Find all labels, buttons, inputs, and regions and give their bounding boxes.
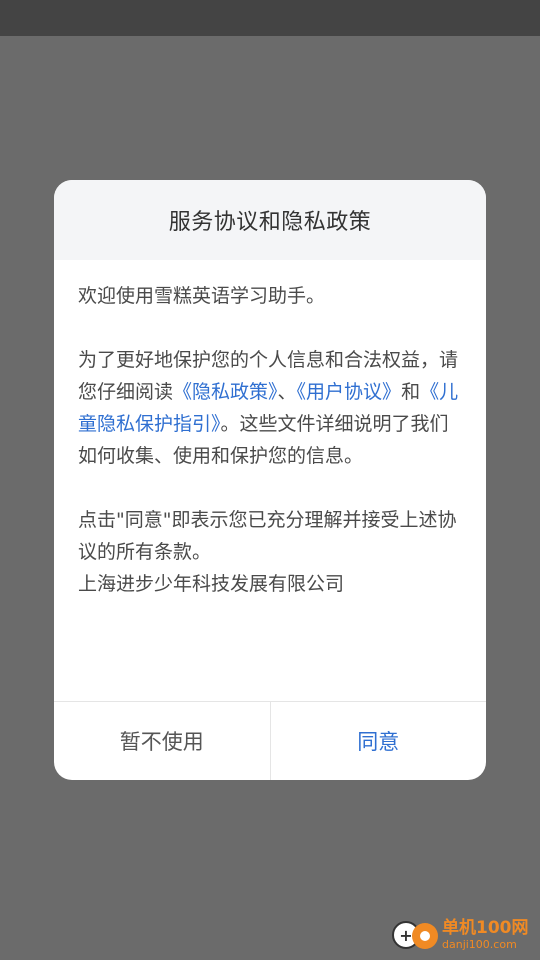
watermark: + 单机100网 danji100.com (390, 912, 538, 958)
dialog-footer: 暂不使用 同意 (54, 701, 486, 780)
dialog-body: 欢迎使用雪糕英语学习助手。 为了更好地保护您的个人信息和合法权益，请您仔细阅读《… (54, 260, 486, 700)
watermark-domain: danji100.com (442, 938, 517, 951)
watermark-logo-icon: + (390, 915, 440, 955)
watermark-text: 单机100网 danji100.com (442, 918, 529, 952)
user-agreement-link[interactable]: 《用户协议》 (297, 381, 402, 403)
privacy-paragraph: 为了更好地保护您的个人信息和合法权益，请您仔细阅读《隐私政策》、《用户协议》和《… (78, 344, 464, 472)
welcome-text: 欢迎使用雪糕英语学习助手。 (78, 285, 326, 307)
orange-circle-icon (412, 923, 438, 949)
separator-text: 、 (277, 381, 297, 403)
decline-button[interactable]: 暂不使用 (54, 702, 271, 780)
status-bar (0, 0, 540, 36)
dialog-header: 服务协议和隐私政策 (54, 180, 486, 260)
agreement-dialog: 服务协议和隐私政策 欢迎使用雪糕英语学习助手。 为了更好地保护您的个人信息和合法… (54, 180, 486, 780)
privacy-policy-link[interactable]: 《隐私政策》 (173, 381, 278, 403)
agree-button[interactable]: 同意 (271, 702, 487, 780)
conjunction-text: 和 (401, 381, 421, 403)
dialog-title: 服务协议和隐私政策 (168, 210, 372, 235)
company-name: 上海进步少年科技发展有限公司 (78, 573, 345, 595)
consent-text: 点击"同意"即表示您已充分理解并接受上述协议的所有条款。 (78, 509, 457, 563)
screen: 服务协议和隐私政策 欢迎使用雪糕英语学习助手。 为了更好地保护您的个人信息和合法… (0, 0, 540, 960)
watermark-name: 单机100网 (442, 918, 529, 938)
